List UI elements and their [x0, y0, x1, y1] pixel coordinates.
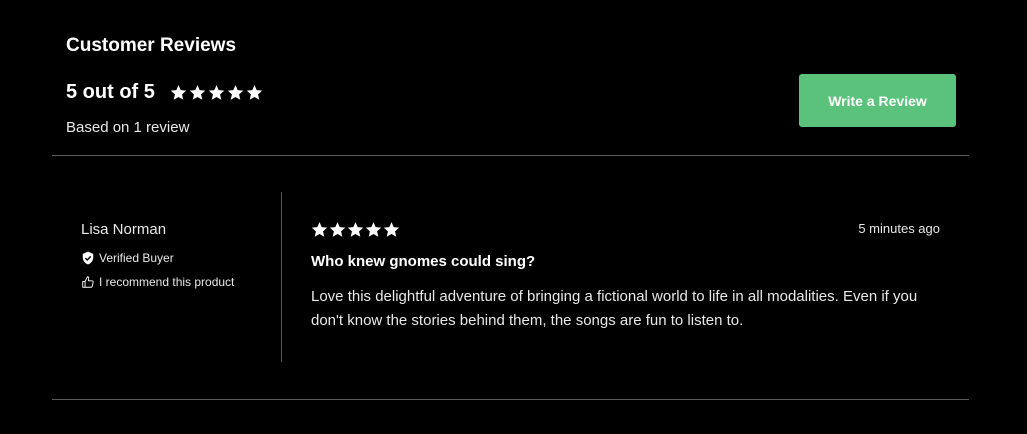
- write-review-button[interactable]: Write a Review: [799, 74, 956, 127]
- star-icon: [329, 221, 346, 238]
- summary-stars: [170, 84, 263, 101]
- star-icon: [383, 221, 400, 238]
- rating-summary: 5 out of 5: [66, 81, 263, 104]
- recommend-label: I recommend this product: [99, 275, 235, 289]
- divider: [52, 155, 969, 156]
- review-timestamp: 5 minutes ago: [858, 221, 940, 236]
- review-stars: [311, 221, 941, 238]
- reviews-page: Customer Reviews 5 out of 5 Based on 1 r…: [0, 0, 1027, 434]
- vertical-divider: [281, 192, 282, 362]
- review-text: Love this delightful adventure of bringi…: [311, 288, 918, 329]
- average-rating: 5 out of 5: [66, 81, 155, 103]
- section-title: Customer Reviews: [66, 35, 237, 56]
- reviewer-info: Lisa Norman Verified Buyer I recommend t…: [81, 221, 276, 289]
- verified-label: Verified Buyer: [99, 251, 174, 265]
- star-icon: [365, 221, 382, 238]
- star-icon: [347, 221, 364, 238]
- verified-shield-icon: [81, 251, 95, 265]
- star-icon: [246, 84, 263, 101]
- star-icon: [208, 84, 225, 101]
- review-title: Who knew gnomes could sing?: [311, 253, 536, 270]
- star-icon: [227, 84, 244, 101]
- star-icon: [311, 221, 328, 238]
- thumbs-up-icon: [81, 275, 95, 289]
- review-content: 5 minutes ago Who knew gnomes could sing…: [311, 221, 941, 333]
- review-count: Based on 1 review: [66, 119, 190, 136]
- star-icon: [189, 84, 206, 101]
- verified-badge: Verified Buyer: [81, 251, 276, 265]
- recommend-badge: I recommend this product: [81, 275, 276, 289]
- divider: [52, 399, 969, 400]
- star-icon: [170, 84, 187, 101]
- reviewer-name: Lisa Norman: [81, 221, 167, 238]
